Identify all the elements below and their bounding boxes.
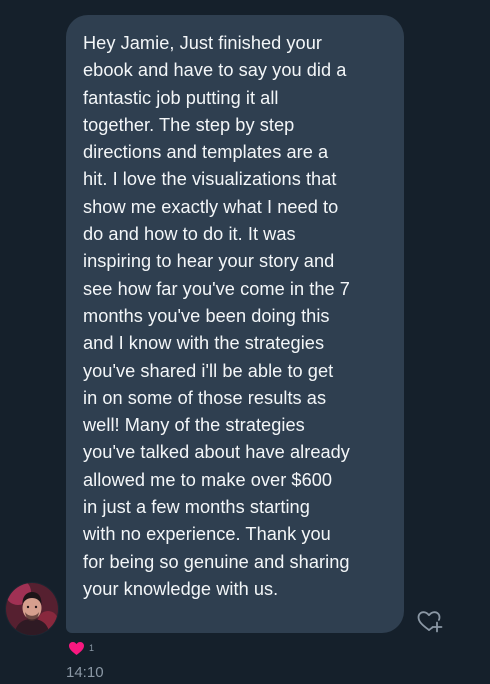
message-timestamp: 14:10 bbox=[66, 664, 104, 681]
heart-icon bbox=[69, 641, 84, 655]
avatar[interactable] bbox=[6, 583, 58, 635]
reaction-badge[interactable]: 1 bbox=[68, 640, 94, 656]
reaction-count: 1 bbox=[89, 643, 95, 653]
message-text: Hey Jamie, Just finished your ebook and … bbox=[83, 33, 350, 599]
message-bubble[interactable]: Hey Jamie, Just finished your ebook and … bbox=[66, 15, 404, 633]
avatar-image bbox=[6, 583, 58, 635]
heart-plus-icon[interactable] bbox=[413, 605, 445, 637]
